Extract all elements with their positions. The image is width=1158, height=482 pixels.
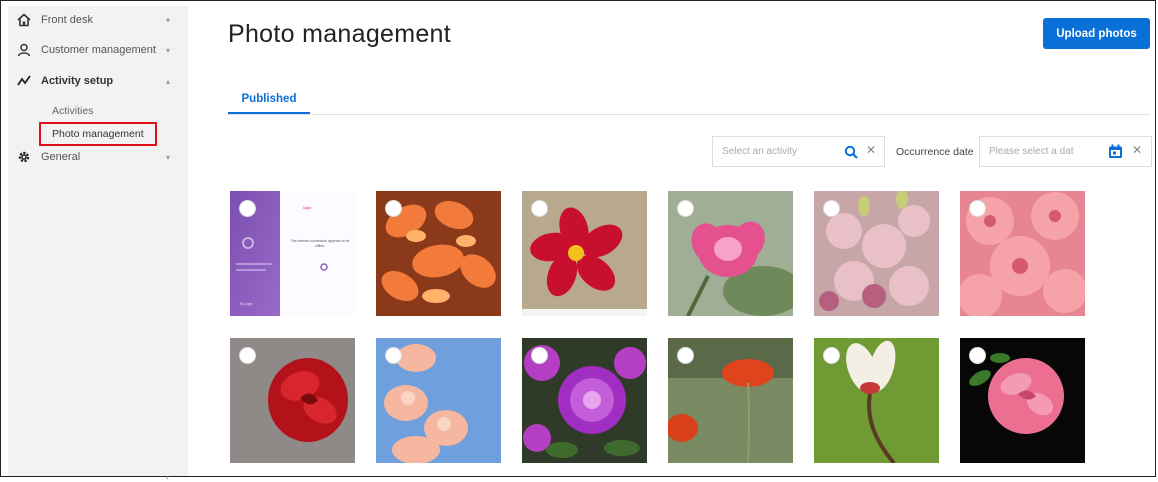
gear-icon — [16, 149, 32, 165]
sidebar-subitem-activities[interactable]: Activities — [52, 105, 93, 117]
photo-thumbnail-pink-gerbera[interactable] — [960, 191, 1085, 316]
sidebar-item-label: Customer management — [41, 44, 156, 56]
search-icon[interactable] — [844, 145, 858, 164]
chevron-up-icon: ▴ — [166, 76, 171, 86]
sidebar-item-customer-management[interactable]: Customer management ▾ — [8, 37, 188, 63]
activity-select-placeholder: Select an activity — [722, 146, 798, 157]
screenshot-message-text: The internet connection appears to be of… — [290, 239, 350, 248]
select-photo-checkbox[interactable] — [385, 200, 402, 217]
clear-activity-icon[interactable]: ✕ — [866, 143, 876, 157]
user-icon — [16, 42, 32, 58]
select-photo-checkbox[interactable] — [239, 200, 256, 217]
sidebar-item-general[interactable]: General ▾ — [8, 144, 188, 170]
select-photo-checkbox[interactable] — [385, 347, 402, 364]
select-photo-checkbox[interactable] — [531, 200, 548, 217]
select-photo-checkbox[interactable] — [677, 200, 694, 217]
sidebar-item-front-desk[interactable]: Front desk ▾ — [8, 7, 188, 33]
photo-thumbnail-pink-peony[interactable] — [668, 191, 793, 316]
sidebar-item-activity-setup[interactable]: Activity setup ▴ — [8, 68, 188, 94]
photo-thumbnail-peach-flowers[interactable] — [376, 338, 501, 463]
occurrence-date-input[interactable]: Please select a dat ✕ — [979, 136, 1152, 167]
photo-thumbnail-purple-dahlia[interactable] — [522, 338, 647, 463]
select-photo-checkbox[interactable] — [531, 347, 548, 364]
select-photo-checkbox[interactable] — [677, 347, 694, 364]
photo-thumbnail-app-screenshot[interactable]: login The internet connection appears to… — [230, 191, 355, 316]
photo-thumbnail-red-poppies[interactable] — [668, 338, 793, 463]
select-photo-checkbox[interactable] — [823, 347, 840, 364]
activity-select[interactable]: Select an activity ✕ — [712, 136, 885, 167]
highlight-box — [39, 122, 157, 146]
home-icon — [16, 12, 32, 28]
screenshot-title-text: login — [303, 205, 312, 210]
screenshot-footer-text: By login — [240, 302, 253, 306]
date-input-placeholder: Please select a dat — [989, 146, 1074, 157]
activity-icon — [16, 73, 32, 89]
tab-published[interactable]: Published — [228, 90, 310, 114]
collapse-sidebar-icon[interactable]: ‹ — [166, 472, 169, 482]
page-title: Photo management — [228, 20, 452, 48]
photo-thumbnail-red-rose[interactable] — [230, 338, 355, 463]
photo-thumbnail-red-cosmos[interactable] — [522, 191, 647, 316]
photo-thumbnail-pink-rose[interactable] — [960, 338, 1085, 463]
clear-date-icon[interactable]: ✕ — [1132, 143, 1142, 157]
sidebar-item-label: General — [41, 151, 81, 163]
select-photo-checkbox[interactable] — [969, 200, 986, 217]
photo-thumbnail-pink-lisianthus[interactable] — [814, 191, 939, 316]
tab-divider — [228, 114, 1150, 115]
photo-thumbnail-orange-clivia[interactable] — [376, 191, 501, 316]
select-photo-checkbox[interactable] — [969, 347, 986, 364]
calendar-icon[interactable] — [1108, 144, 1123, 164]
select-photo-checkbox[interactable] — [823, 200, 840, 217]
chevron-down-icon: ▾ — [166, 15, 171, 25]
sidebar-item-label: Activity setup — [41, 75, 114, 87]
chevron-down-icon: ▾ — [166, 45, 171, 55]
chevron-down-icon: ▾ — [166, 152, 171, 162]
photo-thumbnail-white-magnolia[interactable] — [814, 338, 939, 463]
sidebar: Front desk ▾ Customer management ▾ Activ… — [8, 6, 188, 482]
select-photo-checkbox[interactable] — [239, 347, 256, 364]
upload-photos-button[interactable]: Upload photos — [1043, 18, 1150, 49]
occurrence-date-label: Occurrence date — [896, 146, 974, 158]
sidebar-item-label: Front desk — [41, 14, 93, 26]
